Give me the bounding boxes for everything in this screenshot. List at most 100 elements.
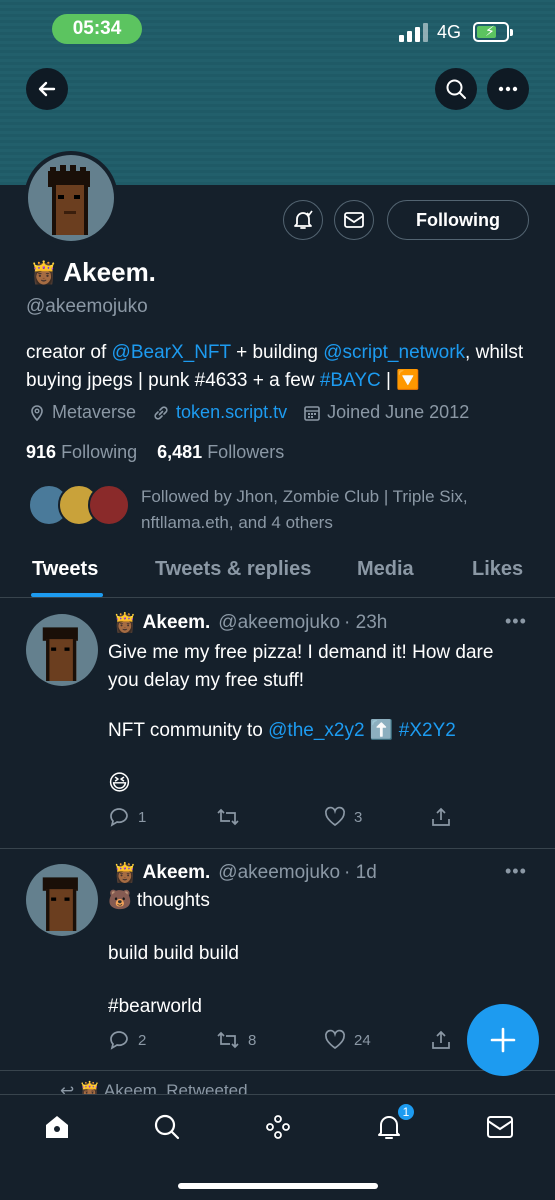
- tweet-emoji: 👸🏾: [113, 613, 137, 634]
- profile-bio: creator of @BearX_NFT + building @script…: [26, 339, 536, 395]
- reply-icon: [110, 808, 128, 827]
- tab-tweets-replies[interactable]: Tweets & replies: [155, 558, 311, 581]
- like-count: 3: [354, 808, 363, 826]
- share-icon: [432, 807, 450, 826]
- home-icon: [46, 1116, 68, 1138]
- tweet-more-icon[interactable]: •••: [505, 861, 527, 882]
- tweet-text: Give me my free pizza! I demand it! How …: [108, 642, 494, 691]
- tweet-time: · 23h: [344, 612, 388, 633]
- bio-text: | 🔽: [380, 370, 420, 391]
- reply-action[interactable]: 1: [108, 806, 146, 828]
- like-action[interactable]: 24: [324, 1029, 371, 1051]
- following-button[interactable]: Following: [387, 200, 529, 240]
- notifications-toggle-button[interactable]: [283, 200, 323, 240]
- active-tab-indicator: [31, 593, 103, 597]
- tweet-author-name[interactable]: Akeem.: [143, 862, 211, 884]
- retweet-icon: [217, 808, 239, 826]
- search-button[interactable]: [435, 68, 477, 110]
- tweet-mention[interactable]: @the_x2y2: [268, 720, 364, 741]
- location-icon: [31, 404, 43, 421]
- profile-tabs: Tweets Tweets & replies Media Likes: [0, 546, 555, 598]
- followed-by-text[interactable]: Followed by Jhon, Zombie Club | Triple S…: [141, 484, 531, 536]
- profile-handle: @akeemojuko: [26, 296, 148, 317]
- tweet-hashtag[interactable]: #X2Y2: [399, 720, 456, 741]
- location-item: Metaverse: [28, 402, 136, 423]
- tweet-avatar[interactable]: [26, 614, 98, 686]
- retweet-peek: ↩ 👸🏾 Akeem. Retweeted: [0, 1075, 555, 1094]
- tweet-author-handle: @akeemojuko: [218, 612, 341, 633]
- tab-tweets[interactable]: Tweets: [32, 558, 98, 581]
- nav-search[interactable]: [151, 1111, 183, 1143]
- battery-icon: ⚡: [473, 22, 513, 42]
- followers-stat[interactable]: 6,481 Followers: [157, 442, 284, 462]
- punk-avatar-image: [42, 877, 78, 931]
- notification-badge: 1: [396, 1102, 416, 1122]
- followers-count: 6,481: [157, 442, 203, 462]
- location-text: Metaverse: [52, 402, 137, 422]
- retweet-action[interactable]: 8: [216, 1029, 256, 1051]
- search-icon: [154, 1114, 180, 1140]
- nav-home[interactable]: [41, 1111, 73, 1143]
- retweet-peek-text: ↩ 👸🏾 Akeem. Retweeted: [60, 1081, 248, 1094]
- like-action[interactable]: 3: [324, 806, 362, 828]
- tweet-text-line: NFT community to @the_x2y2 ⬆️ #X2Y2: [108, 717, 528, 745]
- share-action[interactable]: [430, 1029, 460, 1051]
- mail-icon: [344, 212, 364, 228]
- bio-text: + building: [230, 342, 324, 363]
- tweet-time: · 1d: [344, 862, 377, 883]
- nav-messages[interactable]: [484, 1111, 516, 1143]
- joined-text: Joined June 2012: [327, 402, 470, 422]
- follow-stats: 916 Following 6,481 Followers: [26, 442, 284, 463]
- tweet-author-handle: @akeemojuko: [218, 862, 341, 883]
- followed-by-avatars[interactable]: [28, 484, 130, 526]
- tab-media[interactable]: Media: [357, 558, 414, 581]
- status-bar: 05:34 4G ⚡: [0, 0, 555, 62]
- profile-name-row: 👸🏾 Akeem.: [30, 257, 156, 288]
- tweet-emoji: 👸🏾: [113, 863, 137, 884]
- joined-item: Joined June 2012: [303, 402, 469, 423]
- tweet-hashtag[interactable]: #bearworld: [108, 993, 528, 1021]
- website-item[interactable]: token.script.tv: [152, 402, 287, 423]
- retweet-count: 8: [248, 1031, 257, 1049]
- back-arrow-icon: [38, 81, 56, 97]
- nav-spaces[interactable]: [262, 1111, 294, 1143]
- reply-icon: [110, 1031, 128, 1050]
- tweet-avatar[interactable]: [26, 864, 98, 936]
- more-button[interactable]: [487, 68, 529, 110]
- link-icon: [154, 405, 168, 420]
- bio-link[interactable]: #BAYC: [320, 370, 381, 391]
- follower-avatar: [88, 484, 130, 526]
- network-label: 4G: [437, 22, 462, 42]
- signal-icon: [399, 20, 429, 42]
- back-button[interactable]: [26, 68, 68, 110]
- website-link[interactable]: token.script.tv: [176, 402, 287, 423]
- followers-label: Followers: [207, 442, 285, 462]
- compose-button[interactable]: [467, 1004, 539, 1076]
- bio-link[interactable]: @script_network: [323, 342, 465, 363]
- tweet-emoji-line: 😆: [108, 770, 131, 795]
- profile-name: Akeem.: [63, 257, 156, 287]
- spaces-icon: [266, 1115, 290, 1139]
- tweet-more-icon[interactable]: •••: [505, 611, 527, 632]
- calendar-icon: [304, 405, 320, 421]
- tab-likes[interactable]: Likes: [472, 558, 523, 581]
- bio-link[interactable]: @BearX_NFT: [112, 342, 231, 363]
- share-icon: [432, 1030, 450, 1049]
- profile-avatar[interactable]: [24, 151, 118, 245]
- message-button[interactable]: [334, 200, 374, 240]
- like-icon: [324, 806, 346, 827]
- punk-avatar-image: [42, 627, 78, 681]
- retweet-action[interactable]: [216, 806, 248, 828]
- messages-icon: [487, 1116, 513, 1138]
- following-stat[interactable]: 916 Following: [26, 442, 137, 462]
- search-icon: [446, 79, 466, 99]
- following-count: 916: [26, 442, 57, 462]
- tweet-card[interactable]: 👸🏾 Akeem. @akeemojuko · 23h ••• Give me …: [0, 599, 555, 849]
- reply-count: 2: [138, 1031, 147, 1049]
- tweet-author-name[interactable]: Akeem.: [143, 612, 211, 634]
- tweet-actions: 2 8 24: [108, 1029, 458, 1055]
- profile-meta: Metaverse token.script.tv Joined June 20…: [28, 402, 485, 423]
- reply-action[interactable]: 2: [108, 1029, 146, 1051]
- share-action[interactable]: [430, 806, 460, 828]
- tweet-text-prefix: NFT community to: [108, 720, 269, 741]
